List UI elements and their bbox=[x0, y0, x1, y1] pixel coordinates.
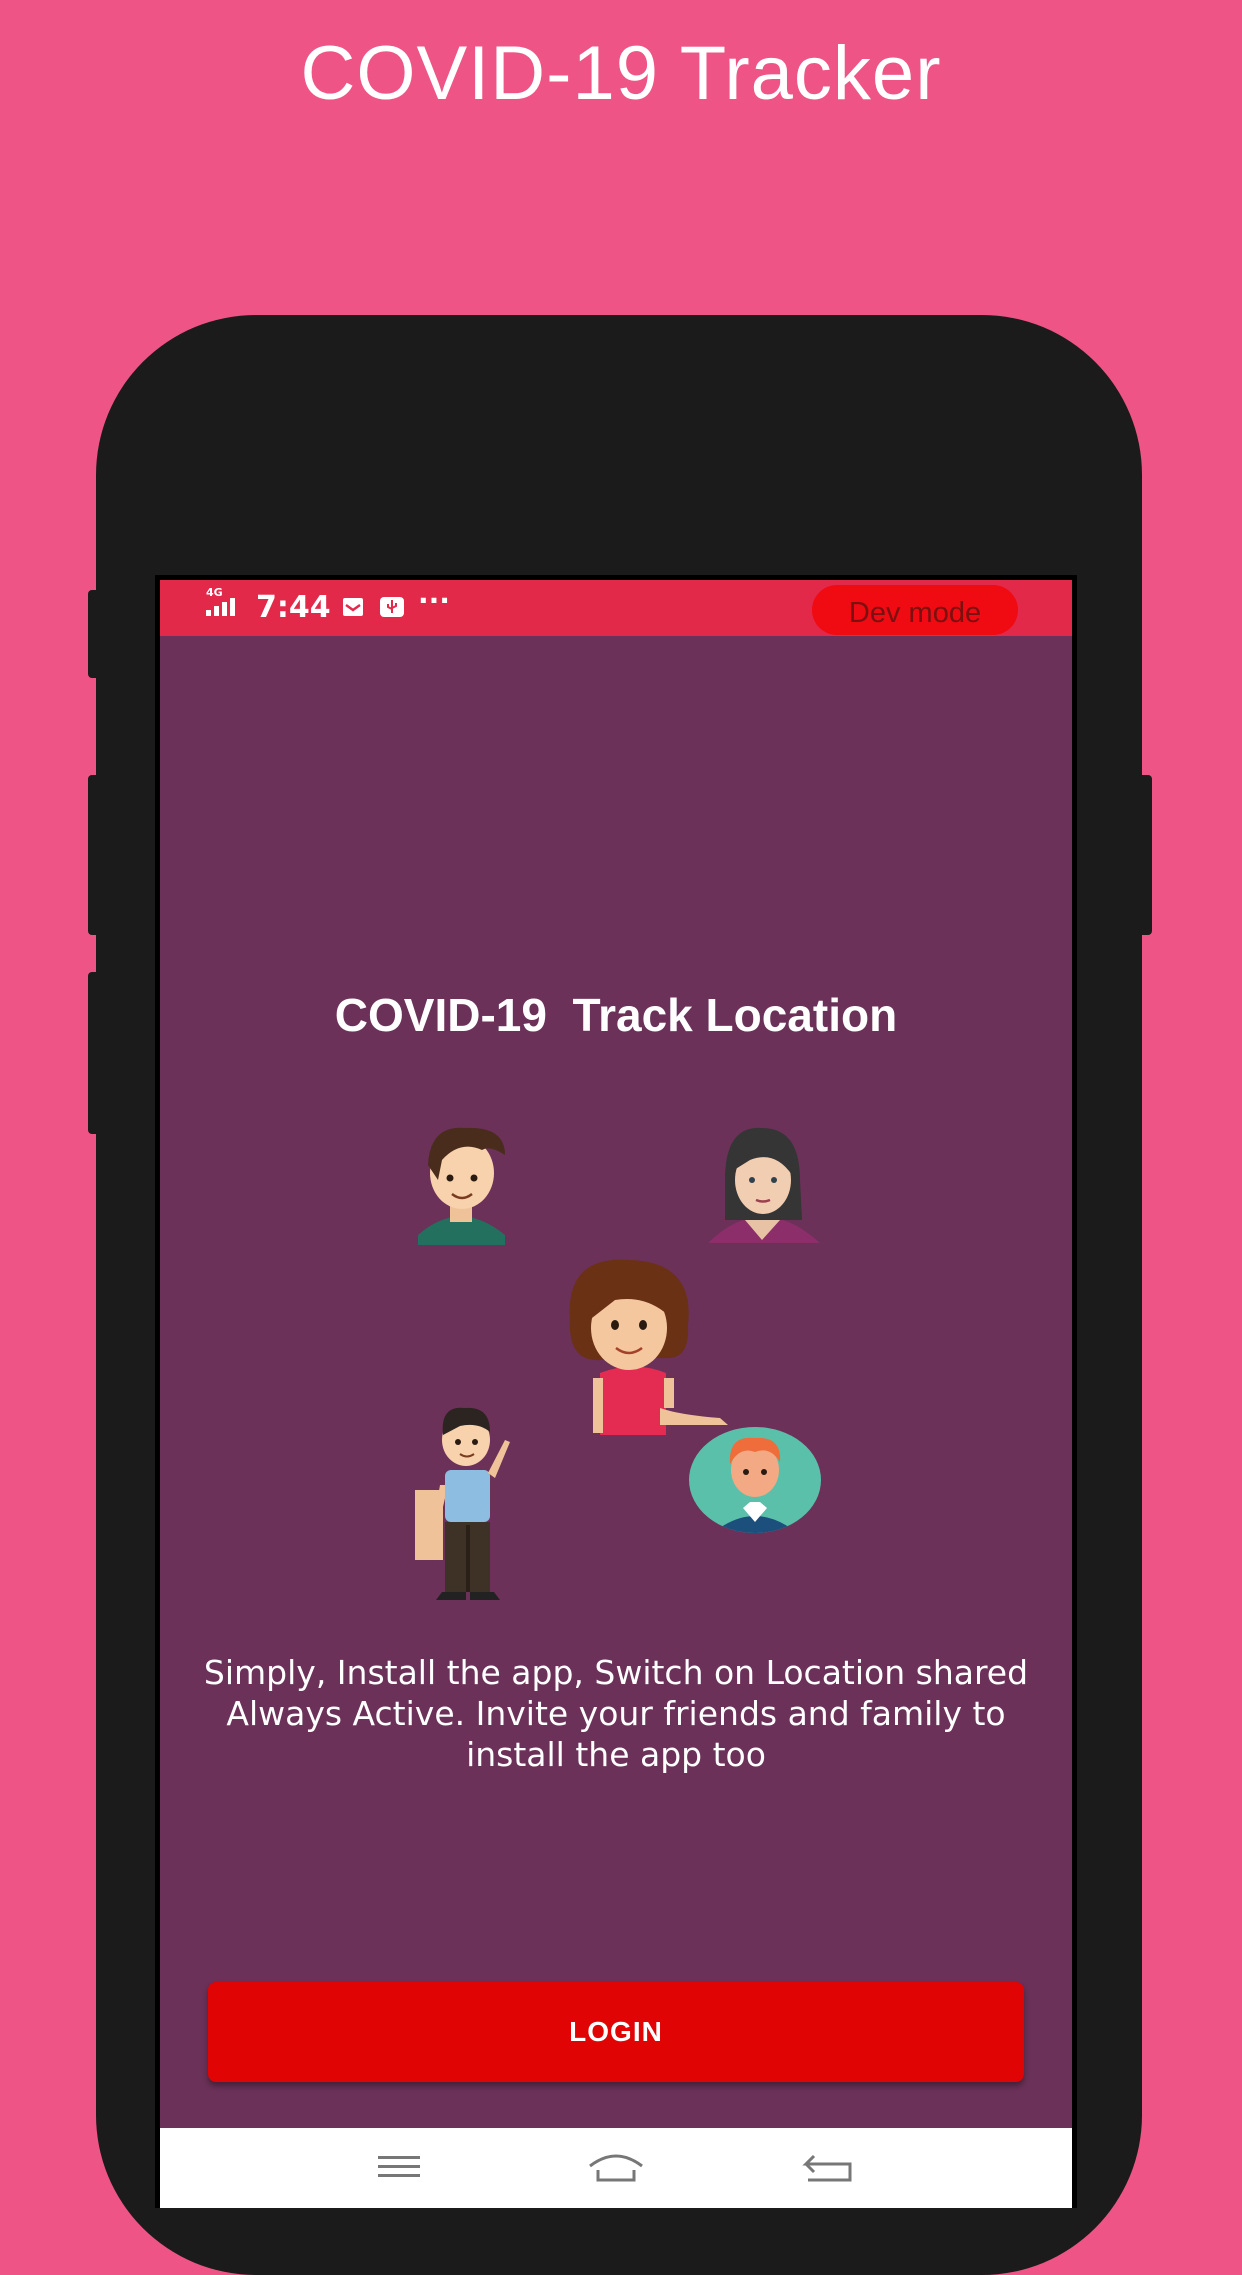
phone-side-button-left-3 bbox=[88, 972, 102, 1134]
menu-icon[interactable] bbox=[368, 2144, 428, 2188]
promo-headline: COVID-19 Tracker bbox=[300, 31, 942, 116]
avatar-girl-icon bbox=[569, 1259, 728, 1435]
home-icon[interactable] bbox=[586, 2144, 646, 2188]
illustration bbox=[415, 1127, 821, 1600]
login-button[interactable]: LOGIN bbox=[208, 1982, 1024, 2082]
phone-screen: 4G 7:44 ··· Dev mode COVID-19 Track Loca… bbox=[155, 575, 1077, 2208]
app-description: Simply, Install the app, Switch on Locat… bbox=[203, 1653, 1029, 1774]
avatar-waving-man-icon bbox=[415, 1407, 510, 1600]
avatar-boy-icon bbox=[418, 1127, 505, 1245]
back-icon[interactable] bbox=[800, 2144, 860, 2188]
avatar-man-circle-icon bbox=[689, 1427, 821, 1533]
avatar-woman-icon bbox=[708, 1127, 820, 1243]
navigation-bar bbox=[160, 2128, 1072, 2208]
phone-side-button-left-1 bbox=[88, 590, 102, 678]
app-screen: 4G 7:44 ··· Dev mode COVID-19 Track Loca… bbox=[160, 580, 1072, 2208]
phone-side-button-left-2 bbox=[88, 775, 102, 935]
phone-side-button-right bbox=[1138, 775, 1152, 935]
